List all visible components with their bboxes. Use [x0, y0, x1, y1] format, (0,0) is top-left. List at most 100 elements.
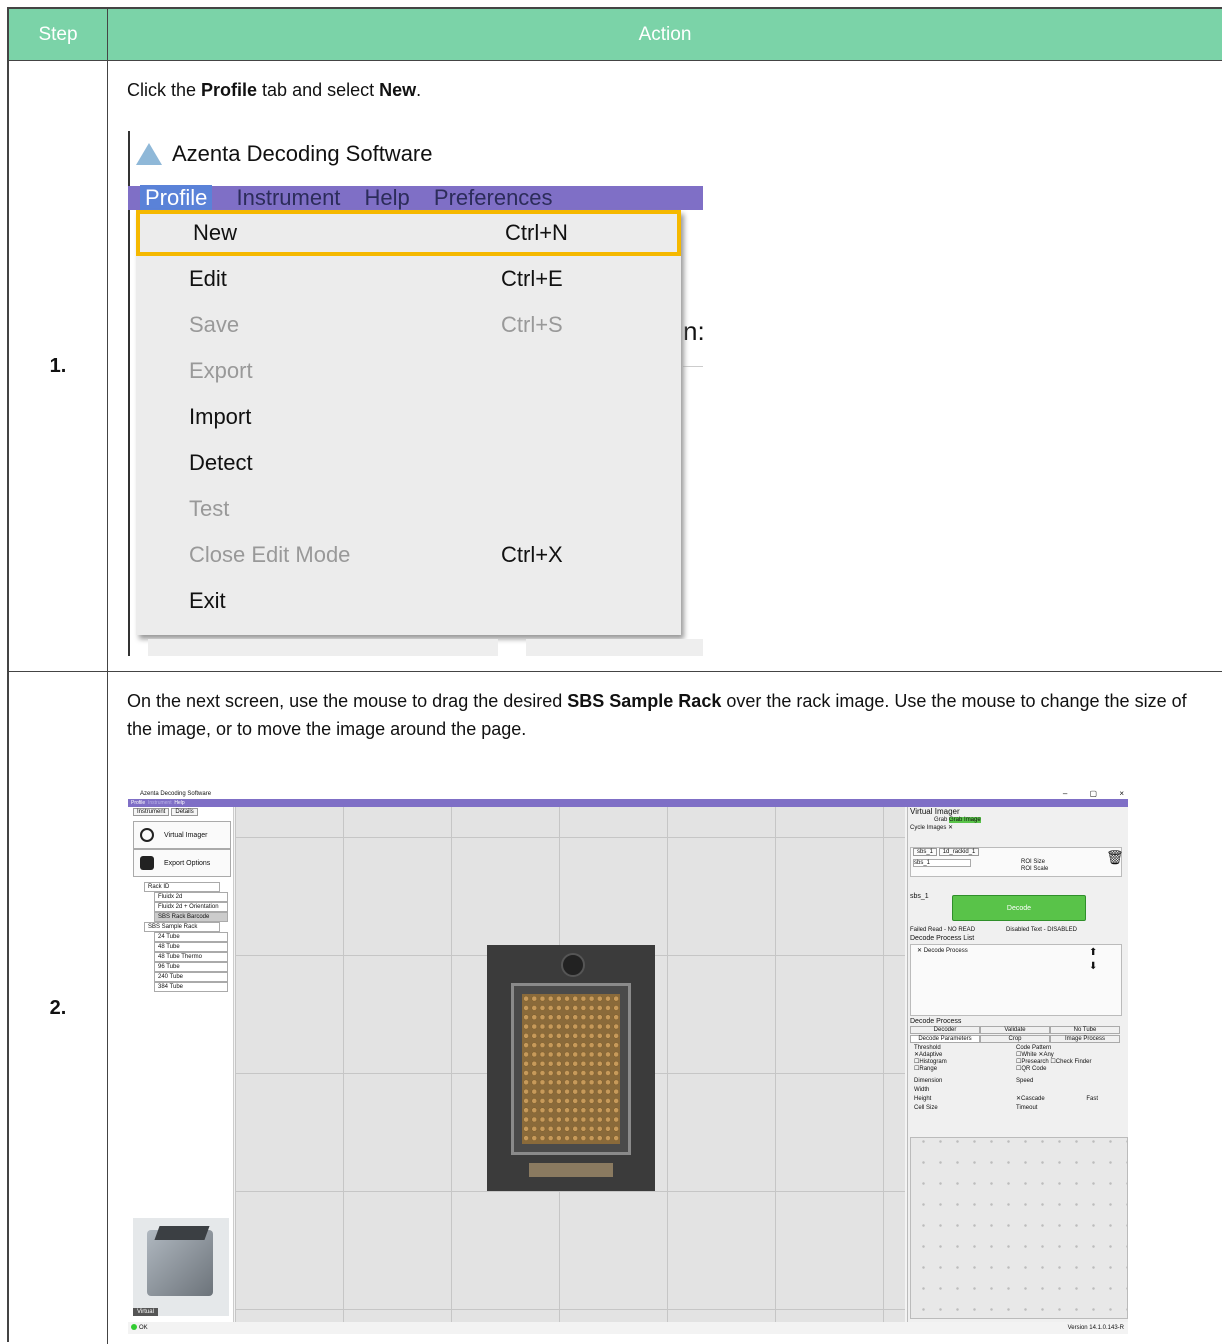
tree-item[interactable]: 24 Tube: [154, 932, 228, 942]
text-fragment: .: [416, 80, 422, 100]
rack-cap: [561, 953, 585, 977]
tree-item[interactable]: 384 Tube: [154, 982, 228, 992]
option-adaptive[interactable]: Adaptive: [919, 1052, 942, 1058]
instruction-text: On the next screen, use the mouse to dra…: [127, 687, 1187, 743]
well-grid-panel: [910, 1137, 1128, 1319]
tab-crop[interactable]: Crop: [980, 1035, 1050, 1043]
option-white[interactable]: White: [1021, 1052, 1036, 1058]
process-item-label: Decode Process: [923, 948, 968, 954]
rack-plate: [511, 983, 631, 1155]
menu-item-close-edit-mode: Close Edit Mode Ctrl+X: [136, 532, 681, 578]
tab-details[interactable]: Details: [171, 808, 198, 816]
process-list: ✕ Decode Process ⬆ ⬇: [910, 944, 1122, 1016]
tab-sbs[interactable]: sbs_1: [913, 848, 938, 856]
tree-item[interactable]: Fluidx 2d + Orientation: [154, 902, 228, 912]
cycle-images-row: Cycle Images ✕: [910, 824, 953, 831]
step-number: 2.: [9, 672, 108, 1344]
tree-sbs-sample-rack[interactable]: SBS Sample Rack: [144, 922, 220, 932]
header-action: Action: [638, 23, 692, 45]
grab-image-button[interactable]: Grab Image: [949, 817, 981, 823]
tab-decoder[interactable]: Decoder: [910, 1026, 980, 1034]
app-title: Azenta Decoding Software: [140, 791, 212, 797]
menu-item-detect[interactable]: Detect: [136, 440, 681, 486]
thumbnail-label: Virtual: [133, 1308, 158, 1316]
menu-item-label: New: [193, 220, 238, 245]
table-row: 2. On the next screen, use the mouse to …: [9, 672, 1222, 1344]
menu-instrument[interactable]: Instrument: [236, 185, 340, 210]
gear-icon: [140, 856, 154, 870]
text-fragment: On the next screen, use the mouse to dra…: [127, 691, 568, 711]
eye-icon: [140, 828, 154, 842]
option-histogram[interactable]: Histogram: [919, 1059, 946, 1065]
action-cell: Click the Profile tab and select New. Az…: [108, 61, 1222, 671]
step-number: 1.: [9, 61, 108, 671]
roi-scale-label: ROI Scale: [1021, 866, 1049, 872]
option-range[interactable]: Range: [919, 1066, 937, 1072]
menu-help[interactable]: Help: [174, 800, 184, 806]
menu-item-exit[interactable]: Exit: [136, 578, 681, 624]
tab-no-tube[interactable]: No Tube: [1050, 1026, 1120, 1034]
option-qr-code[interactable]: QR Code: [1021, 1066, 1046, 1072]
virtual-imager-button[interactable]: Virtual Imager: [133, 821, 231, 849]
menu-item-shortcut: Ctrl+S: [501, 312, 563, 337]
tree-rack-id[interactable]: Rack ID: [144, 882, 220, 892]
imager-device-top: [154, 1226, 210, 1240]
profile-tree: Rack ID Fluidx 2d Fluidx 2d + Orientatio…: [136, 882, 228, 992]
menu-item-label: Exit: [189, 588, 226, 613]
tree-item[interactable]: 48 Tube Thermo: [154, 952, 228, 962]
profile-dropdown: New Ctrl+N Edit Ctrl+E Save Ctrl+S Expor…: [136, 210, 681, 635]
disabled-text-label: Disabled Text - DISABLED: [1006, 927, 1077, 933]
menu-preferences[interactable]: Preferences: [434, 185, 553, 210]
menu-profile[interactable]: Profile: [131, 800, 145, 806]
menu-screenshot: Azenta Decoding Software Profile Instrum…: [128, 131, 703, 656]
menu-item-label: Detect: [189, 450, 253, 475]
menu-help[interactable]: Help: [365, 185, 410, 210]
virtual-imager-title: Virtual Imager: [910, 807, 960, 816]
code-pattern-group: Code Pattern ☐White ✕Any ☐Presearch ☐Che…: [1016, 1045, 1092, 1072]
divider: [683, 366, 703, 367]
trash-icon[interactable]: 🗑: [1106, 849, 1124, 866]
app-logo-icon: [136, 143, 162, 165]
rack-image-canvas[interactable]: [235, 807, 905, 1322]
decode-button[interactable]: Decode: [952, 895, 1086, 921]
tree-item[interactable]: 96 Tube: [154, 962, 228, 972]
option-presearch[interactable]: Presearch: [1021, 1059, 1048, 1065]
move-up-icon[interactable]: ⬆: [1089, 947, 1097, 958]
menu-instrument[interactable]: Instrument: [148, 800, 172, 806]
tab-instrument[interactable]: Instrument: [133, 808, 170, 816]
window-buttons[interactable]: – ▢ ×: [1063, 789, 1128, 799]
tree-item[interactable]: SBS Rack Barcode: [154, 912, 228, 922]
tab-validate[interactable]: Validate: [980, 1026, 1050, 1034]
fast-label: Fast: [1086, 1096, 1099, 1102]
menu-item-test: Test: [136, 486, 681, 532]
tab-image-process[interactable]: Image Process: [1050, 1035, 1120, 1043]
tree-item[interactable]: Fluidx 2d: [154, 892, 228, 902]
decode-process-title: Decode Process: [910, 1018, 962, 1025]
menu-item-import[interactable]: Import: [136, 394, 681, 440]
process-item[interactable]: ✕ Decode Process: [917, 947, 968, 954]
tree-item[interactable]: 48 Tube: [154, 942, 228, 952]
tab-decode-parameters[interactable]: Decode Parameters: [910, 1035, 980, 1043]
text-fragment: tab and select: [257, 80, 380, 100]
menu-item-new[interactable]: New Ctrl+N: [136, 210, 681, 256]
roi-select[interactable]: sbs_1: [913, 859, 971, 867]
tab-rackid[interactable]: 1d_rackid_1: [938, 848, 980, 856]
rack-image[interactable]: [487, 945, 655, 1191]
option-cascade[interactable]: Cascade: [1021, 1096, 1045, 1102]
menu-item-label: Edit: [189, 266, 227, 291]
tree-item[interactable]: 240 Tube: [154, 972, 228, 982]
checkbox-icon[interactable]: ✕: [948, 825, 953, 831]
move-down-icon[interactable]: ⬇: [1089, 961, 1097, 972]
dimension-group: Dimension Width Height Cell Size: [914, 1077, 942, 1113]
option-any[interactable]: Any: [1043, 1052, 1053, 1058]
app-title-bar: Azenta Decoding Software: [136, 141, 433, 167]
menu-item-edit[interactable]: Edit Ctrl+E: [136, 256, 681, 302]
export-options-button[interactable]: Export Options: [133, 849, 231, 877]
menu-profile[interactable]: Profile: [140, 185, 213, 210]
sbs-sample-rack-term: SBS Sample Rack: [567, 691, 722, 711]
menu-item-shortcut: Ctrl+N: [505, 220, 568, 245]
version-label: Version 14.1.0.143-R: [1067, 1325, 1124, 1331]
option-check-finder[interactable]: Check Finder: [1056, 1059, 1092, 1065]
group-label: Dimension: [914, 1078, 943, 1084]
menu-item-shortcut: Ctrl+E: [501, 266, 563, 291]
